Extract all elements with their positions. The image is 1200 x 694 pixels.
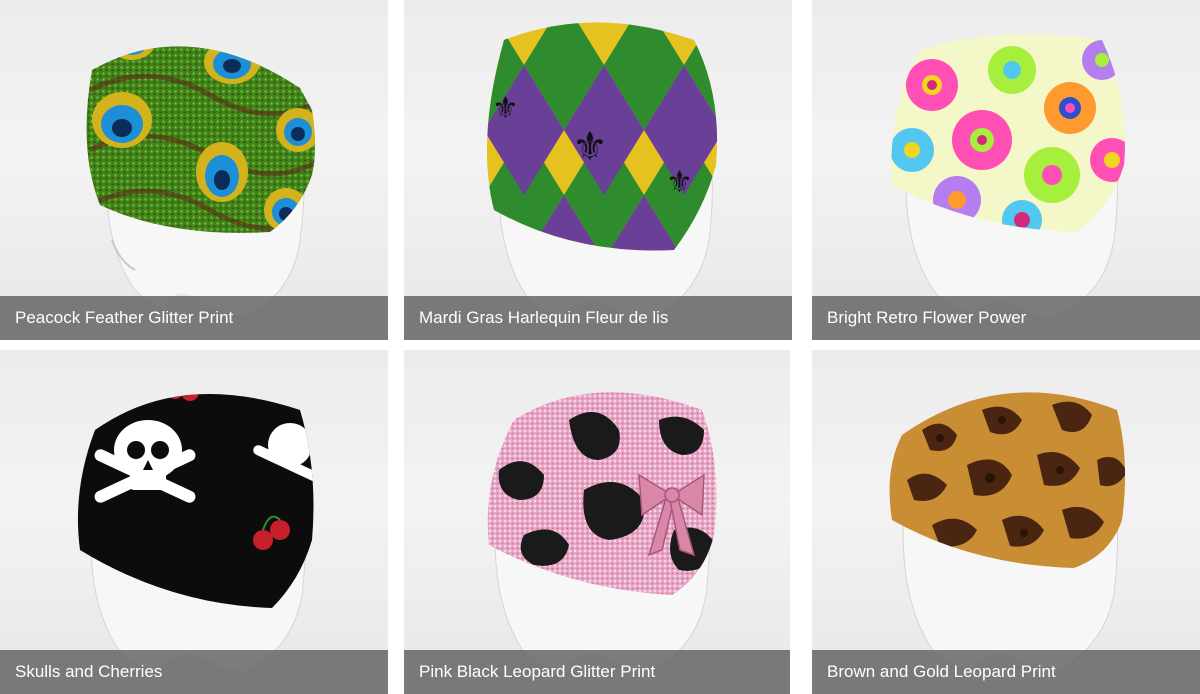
headband-product-image[interactable] — [0, 0, 388, 340]
svg-text:⚜: ⚜ — [572, 124, 608, 170]
product-title[interactable]: Mardi Gras Harlequin Fleur de lis — [404, 296, 792, 340]
product-title[interactable]: Skulls and Cherries — [0, 650, 388, 694]
product-title[interactable]: Pink Black Leopard Glitter Print — [404, 650, 790, 694]
product-card-peacock-feather[interactable]: Peacock Feather Glitter Print — [0, 0, 388, 340]
product-card-pink-leopard[interactable]: Pink Black Leopard Glitter Print — [404, 350, 790, 694]
product-card-brown-leopard[interactable]: Brown and Gold Leopard Print — [812, 350, 1200, 694]
headband-product-image[interactable] — [812, 0, 1200, 340]
product-card-mardi-gras[interactable]: ⚜ ⚜ ⚜ Mardi Gras Harlequin Fleur de lis — [404, 0, 792, 340]
product-title[interactable]: Brown and Gold Leopard Print — [812, 650, 1200, 694]
product-grid: Peacock Feather Glitter Print ⚜ ⚜ ⚜ Mard… — [0, 0, 1200, 694]
svg-text:⚜: ⚜ — [666, 165, 693, 200]
product-title[interactable]: Peacock Feather Glitter Print — [0, 296, 388, 340]
headband-product-image[interactable] — [0, 350, 388, 694]
headband-product-image[interactable]: ⚜ ⚜ ⚜ — [404, 0, 792, 340]
product-card-skulls-cherries[interactable]: Skulls and Cherries — [0, 350, 388, 694]
product-title[interactable]: Bright Retro Flower Power — [812, 296, 1200, 340]
headband-product-image[interactable] — [404, 350, 790, 694]
product-card-retro-flowers[interactable]: Bright Retro Flower Power — [812, 0, 1200, 340]
svg-text:⚜: ⚜ — [492, 91, 519, 126]
headband-product-image[interactable] — [812, 350, 1200, 694]
